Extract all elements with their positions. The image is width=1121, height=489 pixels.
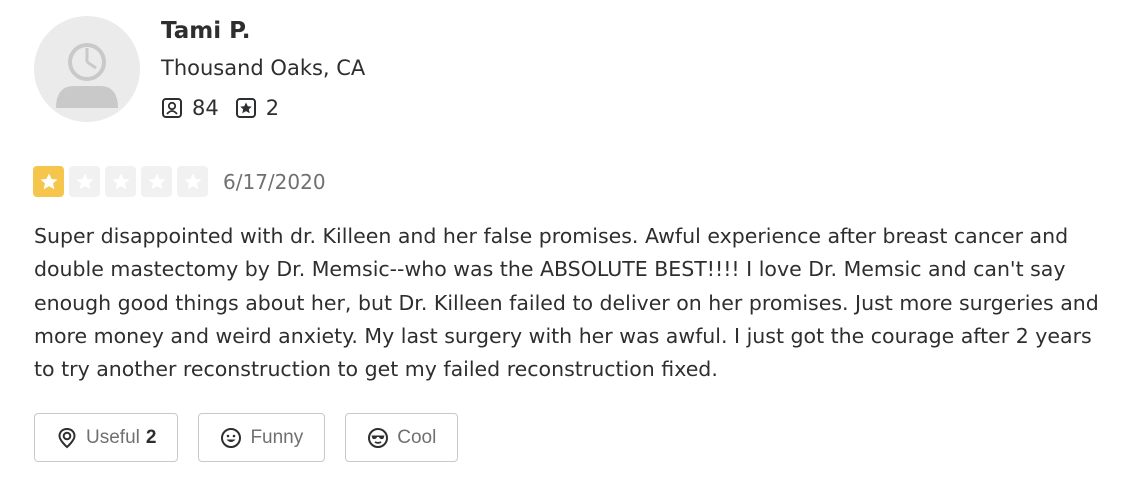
star-3 [105,166,136,197]
reviewer-name[interactable]: Tami P. [161,18,250,44]
user-avatar-icon [56,43,118,108]
lightbulb-icon [58,427,76,448]
star-icon [148,173,165,189]
star-icon [112,173,129,189]
sunglasses-icon [368,427,389,448]
star-5 [177,166,208,197]
review-actions: Useful 2 Funny Cool [34,413,478,462]
useful-count: 2 [145,426,157,448]
star-icon [76,173,93,189]
photo-count: 2 [265,96,280,120]
funny-button[interactable]: Funny [198,413,326,462]
funny-label: Funny [250,426,304,448]
cool-label: Cool [397,426,437,448]
star-badge-icon [235,98,256,118]
reviews-icon [162,98,182,118]
star-icon [184,173,201,189]
reviewer-location: Thousand Oaks, CA [161,56,366,80]
useful-button[interactable]: Useful 2 [34,413,179,462]
review-date: 6/17/2020 [223,169,326,194]
star-rating [33,166,213,197]
star-icon [40,173,57,189]
review-text: Super disappointed with dr. Killeen and … [34,224,1099,382]
avatar[interactable] [34,16,140,122]
smile-icon [221,427,242,448]
photo-count-stat: 2 [235,96,279,120]
star-1 [33,166,64,197]
star-4 [141,166,172,197]
review-count-stat: 84 [161,96,219,120]
review-rating-row: 6/17/2020 [33,166,326,197]
useful-label: Useful [86,426,140,448]
reviewer-stats: 84 2 [161,96,295,120]
cool-button[interactable]: Cool [345,413,459,462]
star-2 [69,166,100,197]
review-count: 84 [192,96,219,120]
